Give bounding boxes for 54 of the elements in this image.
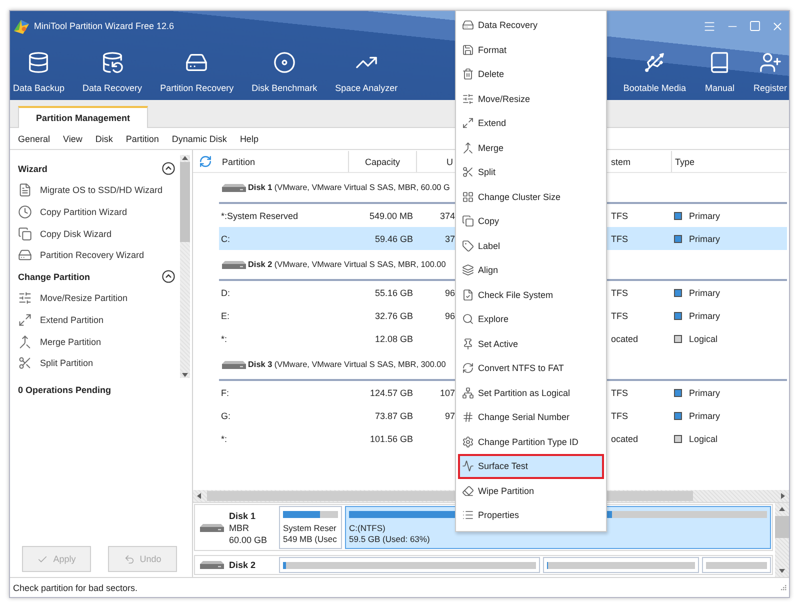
- partition-label: System Reser: [283, 523, 338, 534]
- pending-operations: 0 Operations Pending: [17, 384, 112, 397]
- table-cell-text: ocated: [610, 434, 640, 444]
- disk-info: MBR: [229, 522, 250, 534]
- table-cell-text: 374: [438, 210, 456, 220]
- table-cell: Primary: [689, 210, 720, 220]
- table-cell: Primary: [689, 410, 720, 420]
- table-cell-text: TFS: [610, 210, 629, 220]
- table-cell-text: 549.00 MB: [368, 210, 414, 220]
- table-cell-text: 124.57 GB: [368, 388, 414, 398]
- table-cell-text: D:: [220, 288, 231, 298]
- table-cell-text: 101.56 GB: [368, 434, 414, 444]
- table-cell-text: 97: [444, 410, 456, 420]
- partition-label: 59.5 GB (Used: 63%): [349, 534, 431, 545]
- table-cell-text: G:: [220, 410, 232, 420]
- table-cell-text: *:: [220, 434, 228, 444]
- disk-title: Disk 2 (VMware, VMware Virtual S SAS, MBR, 100.00: [248, 260, 446, 269]
- partition-label: C:(NTFS): [349, 523, 386, 534]
- disk-title: Disk 1 (VMware, VMware Virtual S SAS, MBR, 60.00 G: [248, 183, 450, 192]
- disk-title: Disk 3 (VMware, VMware Virtual S SAS, MBR, 300.00: [248, 360, 446, 369]
- window-title: MiniTool Partition Wizard Free 12.6: [34, 21, 174, 31]
- partition-label: 549 MB (Usec: [283, 534, 338, 545]
- table-cell: Logical: [689, 434, 718, 444]
- disk-info: 60.00 GB: [229, 534, 268, 546]
- table-cell-text: C:: [220, 234, 231, 244]
- table-cell: Primary: [689, 310, 720, 320]
- table-cell-text: E:: [220, 310, 231, 320]
- table-cell-text: *:: [220, 334, 228, 344]
- table-cell-text: TFS: [610, 234, 629, 244]
- table-cell-text: 12.08 GB: [374, 334, 414, 344]
- table-cell-text: 37: [444, 234, 456, 244]
- table-cell: Primary: [689, 388, 720, 398]
- disk-name: Disk 2: [229, 559, 256, 571]
- table-cell-text: TFS: [610, 388, 629, 398]
- table-cell-text: TFS: [610, 410, 629, 420]
- table-cell-text: 59.46 GB: [374, 234, 414, 244]
- table-cell-text: 96: [444, 310, 456, 320]
- table-cell: Primary: [689, 234, 720, 244]
- table-cell-text: 96: [444, 288, 456, 298]
- table-cell-text: F:: [220, 388, 230, 398]
- table-cell-text: TFS: [610, 288, 629, 298]
- table-cell-text: 32.76 GB: [374, 310, 414, 320]
- table-cell-text: TFS: [610, 310, 629, 320]
- disk-name: Disk 1: [229, 510, 257, 522]
- table-cell: Primary: [689, 288, 720, 298]
- table-cell-text: 55.16 GB: [374, 288, 414, 298]
- section-title: Wizard: [18, 164, 48, 174]
- table-cell-text: 73.87 GB: [374, 410, 414, 420]
- table-cell-text: *:System Reserved: [220, 210, 300, 220]
- status-text: Check partition for bad sectors.: [13, 582, 138, 592]
- table-cell: Logical: [689, 334, 718, 344]
- table-cell-text: 107: [438, 388, 456, 398]
- section-title: Change Partition: [18, 272, 90, 282]
- table-cell-text: ocated: [610, 334, 640, 344]
